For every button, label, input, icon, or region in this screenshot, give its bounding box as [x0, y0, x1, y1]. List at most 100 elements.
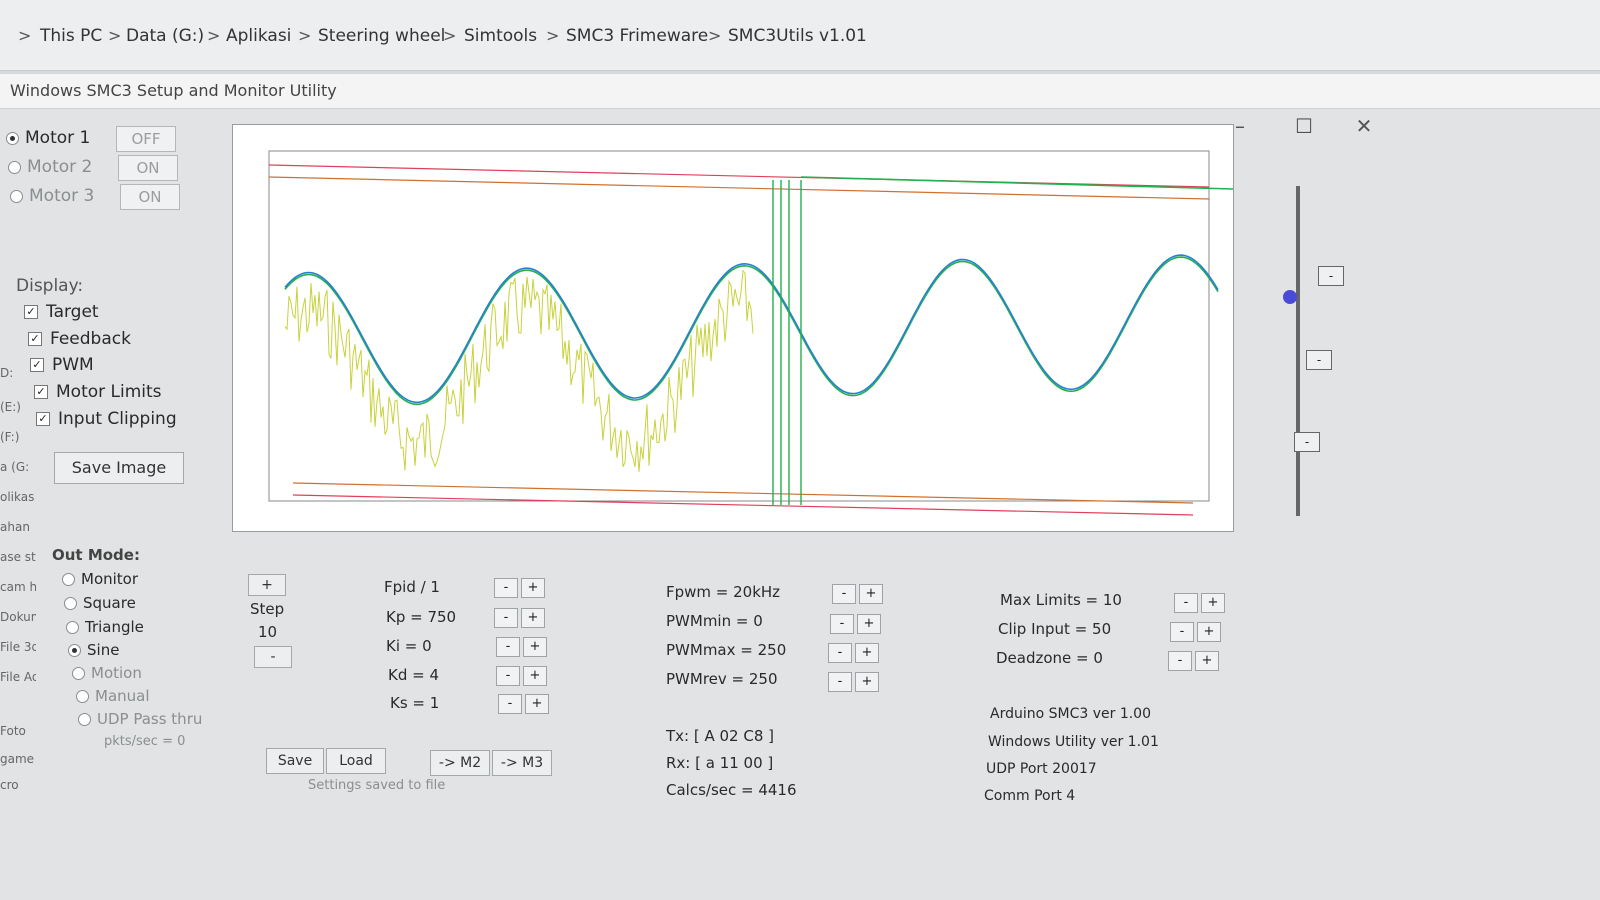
- max-limits-stepper[interactable]: - +: [1174, 593, 1228, 613]
- gain-slider-thumb[interactable]: [1283, 290, 1297, 304]
- minus-icon[interactable]: -: [828, 643, 852, 663]
- sidebar-item[interactable]: ase st: [0, 550, 36, 564]
- pwmmax-stepper[interactable]: - +: [828, 643, 882, 663]
- save-image-button[interactable]: Save Image: [54, 452, 184, 484]
- radio-icon: [10, 189, 23, 203]
- plus-icon[interactable]: +: [523, 637, 547, 657]
- motor-1-radio[interactable]: Motor 1: [6, 128, 90, 148]
- step-minus-button[interactable]: -: [254, 646, 292, 668]
- save-button[interactable]: Save: [266, 748, 324, 774]
- display-pwm-checkbox[interactable]: ✓ PWM: [30, 355, 94, 375]
- display-target-checkbox[interactable]: ✓ Target: [24, 302, 99, 322]
- pwmmin-stepper[interactable]: - +: [830, 614, 884, 634]
- sidebar-item[interactable]: ahan: [0, 520, 36, 534]
- step-plus-button[interactable]: +: [248, 574, 286, 596]
- plus-icon[interactable]: +: [525, 694, 549, 714]
- deadzone-stepper[interactable]: - +: [1168, 651, 1222, 671]
- display-input-clipping-checkbox[interactable]: ✓ Input Clipping: [36, 409, 177, 429]
- clip-input-label: Clip Input = 50: [998, 620, 1112, 638]
- plus-icon[interactable]: +: [855, 643, 879, 663]
- out-mode-manual-radio[interactable]: Manual: [76, 687, 150, 705]
- sidebar-item[interactable]: (F:): [0, 430, 36, 444]
- plus-icon[interactable]: +: [859, 584, 883, 604]
- minus-icon[interactable]: -: [1170, 622, 1194, 642]
- breadcrumb-data-drive[interactable]: Data (G:): [126, 26, 204, 46]
- minus-icon[interactable]: -: [828, 672, 852, 692]
- plus-icon[interactable]: +: [1197, 622, 1221, 642]
- maximize-button[interactable]: ☐: [1284, 114, 1324, 138]
- sidebar-item[interactable]: game: [0, 752, 36, 766]
- out-mode-udp-radio[interactable]: UDP Pass thru: [78, 710, 202, 728]
- out-mode-triangle-radio[interactable]: Triangle: [66, 618, 144, 636]
- out-mode-motion-radio[interactable]: Motion: [72, 664, 142, 682]
- out-mode-monitor-radio[interactable]: Monitor: [62, 570, 138, 588]
- display-feedback-checkbox[interactable]: ✓ Feedback: [28, 329, 131, 349]
- radio-icon: [66, 621, 79, 634]
- gain-slider-track[interactable]: [1296, 186, 1300, 516]
- copy-to-m2-button[interactable]: -> M2: [430, 750, 490, 776]
- ki-stepper[interactable]: - +: [496, 637, 550, 657]
- sidebar-item[interactable]: olikas: [0, 490, 36, 504]
- breadcrumb-this-pc[interactable]: This PC: [40, 26, 102, 46]
- feedback-saturation-line: [800, 176, 1233, 190]
- plus-icon[interactable]: +: [521, 608, 545, 628]
- sidebar-item[interactable]: File Ad: [0, 670, 36, 684]
- pwmrev-stepper[interactable]: - +: [828, 672, 882, 692]
- plus-icon[interactable]: +: [855, 672, 879, 692]
- fpwm-stepper[interactable]: - +: [832, 584, 886, 604]
- ks-stepper[interactable]: - +: [498, 694, 552, 714]
- fpid-stepper[interactable]: - +: [494, 578, 548, 598]
- plus-icon[interactable]: +: [1195, 651, 1219, 671]
- kd-stepper[interactable]: - +: [496, 666, 550, 686]
- sidebar-item[interactable]: cam hi: [0, 580, 36, 594]
- radio-icon: [64, 597, 77, 610]
- sidebar-item[interactable]: (E:): [0, 400, 36, 414]
- scale-minus-button-bot[interactable]: -: [1294, 432, 1320, 452]
- motor-2-radio[interactable]: Motor 2: [8, 157, 92, 177]
- sidebar-item[interactable]: a (G:: [0, 460, 36, 474]
- sidebar-item[interactable]: cro: [0, 778, 36, 792]
- motor-3-radio[interactable]: Motor 3: [10, 186, 94, 206]
- kp-stepper[interactable]: - +: [494, 608, 548, 628]
- minus-icon[interactable]: -: [494, 608, 518, 628]
- sidebar-item[interactable]: Foto: [0, 724, 36, 738]
- clip-input-stepper[interactable]: - +: [1170, 622, 1224, 642]
- out-mode-sine-radio[interactable]: Sine: [68, 641, 119, 659]
- plus-icon[interactable]: +: [521, 578, 545, 598]
- plus-icon[interactable]: +: [857, 614, 881, 634]
- out-mode-square-radio[interactable]: Square: [64, 594, 136, 612]
- sidebar-item[interactable]: File 3d: [0, 640, 36, 654]
- plus-icon[interactable]: +: [1201, 593, 1225, 613]
- scale-minus-button-top[interactable]: -: [1318, 266, 1344, 286]
- breadcrumb-smc3utils[interactable]: SMC3Utils v1.01: [728, 26, 867, 46]
- close-button[interactable]: ✕: [1344, 114, 1384, 138]
- breadcrumb-simtools[interactable]: Simtools: [464, 26, 537, 46]
- minus-icon[interactable]: -: [832, 584, 856, 604]
- motor-3-toggle[interactable]: ON: [120, 184, 180, 210]
- breadcrumb-smc3-frimeware[interactable]: SMC3 Frimeware: [566, 26, 708, 46]
- plus-icon[interactable]: +: [523, 666, 547, 686]
- sidebar-item[interactable]: Dokum: [0, 610, 36, 624]
- display-motor-limits-checkbox[interactable]: ✓ Motor Limits: [34, 382, 162, 402]
- load-button[interactable]: Load: [326, 748, 386, 774]
- minus-icon[interactable]: -: [830, 614, 854, 634]
- minus-icon[interactable]: -: [494, 578, 518, 598]
- breadcrumb-steering-wheel[interactable]: Steering wheel: [318, 26, 445, 46]
- deadzone-label: Deadzone = 0: [996, 649, 1103, 667]
- minus-icon[interactable]: -: [498, 694, 522, 714]
- scale-minus-button-mid[interactable]: -: [1306, 350, 1332, 370]
- copy-to-m3-button[interactable]: -> M3: [492, 750, 552, 776]
- radio-icon: [62, 573, 75, 586]
- minus-icon[interactable]: -: [1168, 651, 1192, 671]
- lower-motor-limit-line: [292, 494, 1194, 516]
- minus-icon[interactable]: -: [496, 666, 520, 686]
- minus-icon[interactable]: -: [496, 637, 520, 657]
- out-mode-triangle-label: Triangle: [85, 618, 144, 636]
- kd-label: Kd = 4: [388, 666, 440, 684]
- minus-icon[interactable]: -: [1174, 593, 1198, 613]
- motor-2-toggle[interactable]: ON: [118, 155, 178, 181]
- radio-icon: [8, 160, 21, 174]
- breadcrumb-aplikasi[interactable]: Aplikasi: [226, 26, 291, 46]
- motor-1-toggle[interactable]: OFF: [116, 126, 176, 152]
- ks-label: Ks = 1: [390, 694, 440, 712]
